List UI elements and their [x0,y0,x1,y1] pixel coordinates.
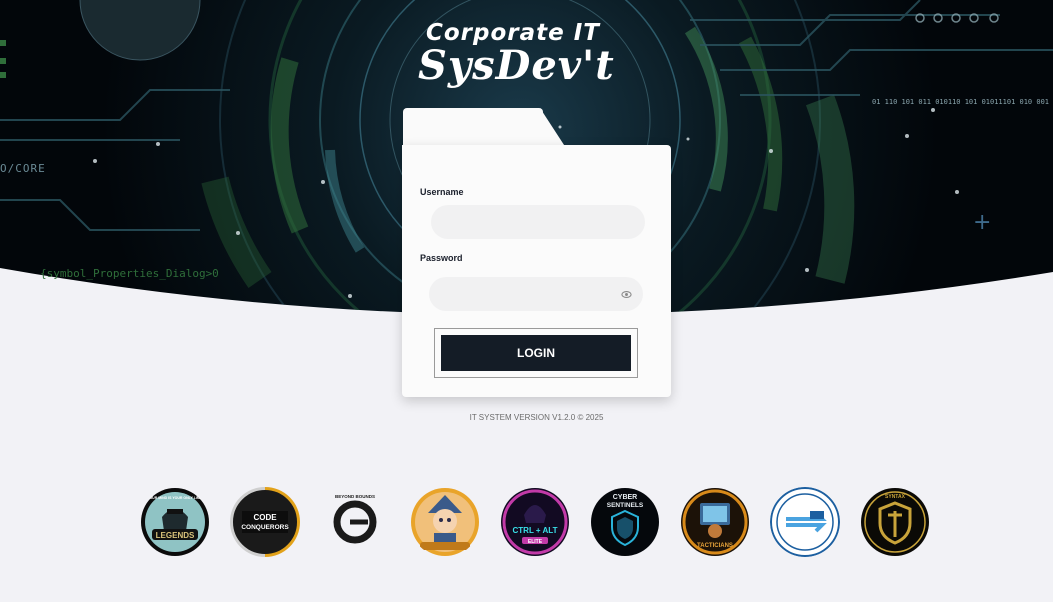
badge-cyber-sentinels[interactable]: CYBER SENTINELS [590,487,660,557]
badge-code-line1: CODE [253,513,277,522]
badge-ctrl-line1: CTRL + ALT [513,526,558,535]
password-label: Password [420,253,463,263]
badge-legends[interactable]: LEGENDS YOUR MIND IS YOUR ONLY LIMIT [140,487,210,557]
badge-cyber-line2: SENTINELS [607,502,644,509]
badge-legends-name: LEGENDS [156,531,195,540]
badge-syntax[interactable]: SYNTAX [860,487,930,557]
badge-beyond-ring: BEYOND BOUNDS [335,494,375,499]
badge-code-conquerors[interactable]: CODE CONQUERORS [230,487,300,557]
background-core-text: O/CORE [0,162,46,175]
badge-legends-motto: YOUR MIND IS YOUR ONLY LIMIT [147,496,204,500]
badge-tacticians-label: TACTICIANS [697,543,733,549]
username-input[interactable] [431,205,645,239]
login-button[interactable]: LOGIN [441,335,631,371]
card-tab-slope [540,108,566,148]
login-card: Username Password LOGIN [402,145,671,397]
team-badges: LEGENDS YOUR MIND IS YOUR ONLY LIMIT COD… [140,487,940,559]
badge-ctrl-line2: ELITE [528,539,543,545]
badge-code-line2: CONQUERORS [241,524,289,531]
password-input[interactable] [429,277,643,311]
eye-icon[interactable] [621,289,632,300]
badge-beyond-bounds[interactable]: BEYOND BOUNDS [320,487,390,557]
background-binary-text: 01 110 101 011 010110 101 01011101 010 0… [872,98,1050,106]
badge-cloud-team[interactable] [770,487,840,557]
username-label: Username [420,187,464,197]
badge-cyber-line1: CYBER [613,494,638,501]
background-dialog-text: {symbol_Properties_Dialog>0 [40,267,219,280]
badge-mascot[interactable] [410,487,480,557]
badge-ctrl-alt[interactable]: CTRL + ALT ELITE [500,487,570,557]
plus-icon: + [973,210,992,235]
badge-tacticians[interactable]: TACTICIANS [680,487,750,557]
badge-syntax-ring: SYNTAX [885,494,906,500]
card-tab [403,108,543,148]
version-text: IT SYSTEM VERSION V1.2.0 © 2025 [469,413,604,422]
brand-title: SysDev't [418,42,615,89]
